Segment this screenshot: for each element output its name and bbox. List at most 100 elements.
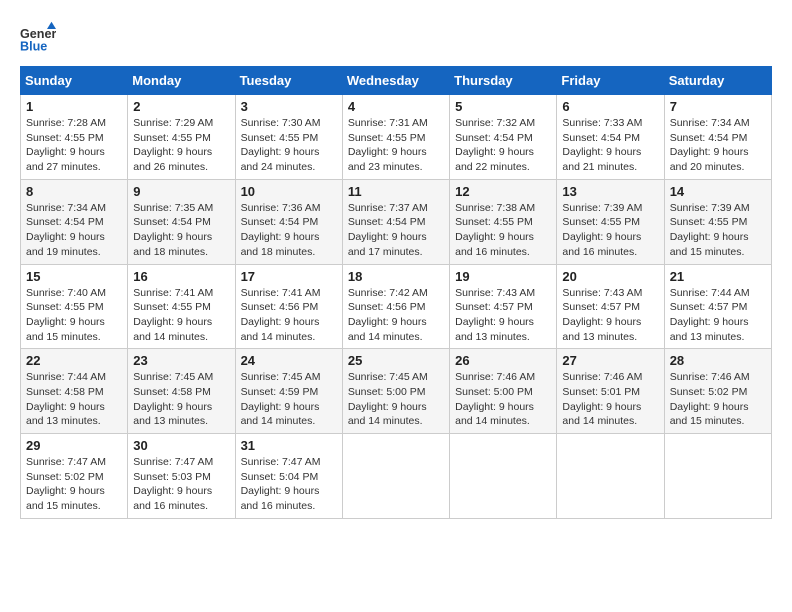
day-number: 24 <box>241 353 337 368</box>
day-info: Sunrise: 7:30 AMSunset: 4:55 PMDaylight:… <box>241 116 337 175</box>
calendar-cell: 2 Sunrise: 7:29 AMSunset: 4:55 PMDayligh… <box>128 95 235 180</box>
svg-text:Blue: Blue <box>20 40 47 54</box>
day-info: Sunrise: 7:41 AMSunset: 4:55 PMDaylight:… <box>133 286 229 345</box>
calendar-cell: 30 Sunrise: 7:47 AMSunset: 5:03 PMDaylig… <box>128 434 235 519</box>
day-number: 12 <box>455 184 551 199</box>
day-number: 31 <box>241 438 337 453</box>
day-number: 13 <box>562 184 658 199</box>
weekday-friday: Friday <box>557 67 664 95</box>
calendar-cell: 23 Sunrise: 7:45 AMSunset: 4:58 PMDaylig… <box>128 349 235 434</box>
calendar-cell: 28 Sunrise: 7:46 AMSunset: 5:02 PMDaylig… <box>664 349 771 434</box>
weekday-monday: Monday <box>128 67 235 95</box>
day-info: Sunrise: 7:43 AMSunset: 4:57 PMDaylight:… <box>455 286 551 345</box>
day-info: Sunrise: 7:46 AMSunset: 5:02 PMDaylight:… <box>670 370 766 429</box>
day-number: 1 <box>26 99 122 114</box>
calendar-cell: 4 Sunrise: 7:31 AMSunset: 4:55 PMDayligh… <box>342 95 449 180</box>
weekday-wednesday: Wednesday <box>342 67 449 95</box>
day-number: 19 <box>455 269 551 284</box>
day-info: Sunrise: 7:47 AMSunset: 5:03 PMDaylight:… <box>133 455 229 514</box>
weekday-header-row: SundayMondayTuesdayWednesdayThursdayFrid… <box>21 67 772 95</box>
calendar-cell <box>342 434 449 519</box>
day-number: 14 <box>670 184 766 199</box>
day-info: Sunrise: 7:46 AMSunset: 5:01 PMDaylight:… <box>562 370 658 429</box>
day-info: Sunrise: 7:39 AMSunset: 4:55 PMDaylight:… <box>562 201 658 260</box>
calendar-cell: 13 Sunrise: 7:39 AMSunset: 4:55 PMDaylig… <box>557 179 664 264</box>
day-info: Sunrise: 7:40 AMSunset: 4:55 PMDaylight:… <box>26 286 122 345</box>
calendar-cell: 11 Sunrise: 7:37 AMSunset: 4:54 PMDaylig… <box>342 179 449 264</box>
day-info: Sunrise: 7:44 AMSunset: 4:57 PMDaylight:… <box>670 286 766 345</box>
calendar-cell: 9 Sunrise: 7:35 AMSunset: 4:54 PMDayligh… <box>128 179 235 264</box>
day-number: 23 <box>133 353 229 368</box>
calendar-cell: 26 Sunrise: 7:46 AMSunset: 5:00 PMDaylig… <box>450 349 557 434</box>
day-number: 28 <box>670 353 766 368</box>
day-info: Sunrise: 7:41 AMSunset: 4:56 PMDaylight:… <box>241 286 337 345</box>
weekday-saturday: Saturday <box>664 67 771 95</box>
day-number: 2 <box>133 99 229 114</box>
calendar-cell: 21 Sunrise: 7:44 AMSunset: 4:57 PMDaylig… <box>664 264 771 349</box>
day-info: Sunrise: 7:35 AMSunset: 4:54 PMDaylight:… <box>133 201 229 260</box>
calendar-cell <box>450 434 557 519</box>
day-info: Sunrise: 7:34 AMSunset: 4:54 PMDaylight:… <box>670 116 766 175</box>
day-info: Sunrise: 7:39 AMSunset: 4:55 PMDaylight:… <box>670 201 766 260</box>
day-info: Sunrise: 7:28 AMSunset: 4:55 PMDaylight:… <box>26 116 122 175</box>
calendar-cell: 19 Sunrise: 7:43 AMSunset: 4:57 PMDaylig… <box>450 264 557 349</box>
weekday-thursday: Thursday <box>450 67 557 95</box>
calendar-cell: 12 Sunrise: 7:38 AMSunset: 4:55 PMDaylig… <box>450 179 557 264</box>
day-number: 6 <box>562 99 658 114</box>
week-row-1: 1 Sunrise: 7:28 AMSunset: 4:55 PMDayligh… <box>21 95 772 180</box>
day-number: 20 <box>562 269 658 284</box>
calendar-cell: 10 Sunrise: 7:36 AMSunset: 4:54 PMDaylig… <box>235 179 342 264</box>
calendar-cell <box>664 434 771 519</box>
day-info: Sunrise: 7:44 AMSunset: 4:58 PMDaylight:… <box>26 370 122 429</box>
day-number: 26 <box>455 353 551 368</box>
calendar-cell: 16 Sunrise: 7:41 AMSunset: 4:55 PMDaylig… <box>128 264 235 349</box>
weekday-sunday: Sunday <box>21 67 128 95</box>
page-header: General Blue <box>20 20 772 56</box>
calendar-cell: 20 Sunrise: 7:43 AMSunset: 4:57 PMDaylig… <box>557 264 664 349</box>
calendar-cell: 15 Sunrise: 7:40 AMSunset: 4:55 PMDaylig… <box>21 264 128 349</box>
calendar-cell: 29 Sunrise: 7:47 AMSunset: 5:02 PMDaylig… <box>21 434 128 519</box>
day-info: Sunrise: 7:31 AMSunset: 4:55 PMDaylight:… <box>348 116 444 175</box>
day-number: 7 <box>670 99 766 114</box>
day-info: Sunrise: 7:32 AMSunset: 4:54 PMDaylight:… <box>455 116 551 175</box>
day-info: Sunrise: 7:46 AMSunset: 5:00 PMDaylight:… <box>455 370 551 429</box>
day-number: 5 <box>455 99 551 114</box>
day-number: 29 <box>26 438 122 453</box>
calendar-cell: 6 Sunrise: 7:33 AMSunset: 4:54 PMDayligh… <box>557 95 664 180</box>
calendar-cell: 27 Sunrise: 7:46 AMSunset: 5:01 PMDaylig… <box>557 349 664 434</box>
calendar-cell: 14 Sunrise: 7:39 AMSunset: 4:55 PMDaylig… <box>664 179 771 264</box>
day-number: 25 <box>348 353 444 368</box>
day-number: 15 <box>26 269 122 284</box>
calendar-cell: 22 Sunrise: 7:44 AMSunset: 4:58 PMDaylig… <box>21 349 128 434</box>
week-row-2: 8 Sunrise: 7:34 AMSunset: 4:54 PMDayligh… <box>21 179 772 264</box>
day-info: Sunrise: 7:36 AMSunset: 4:54 PMDaylight:… <box>241 201 337 260</box>
day-number: 9 <box>133 184 229 199</box>
week-row-3: 15 Sunrise: 7:40 AMSunset: 4:55 PMDaylig… <box>21 264 772 349</box>
day-number: 16 <box>133 269 229 284</box>
day-number: 27 <box>562 353 658 368</box>
day-number: 10 <box>241 184 337 199</box>
day-info: Sunrise: 7:29 AMSunset: 4:55 PMDaylight:… <box>133 116 229 175</box>
day-info: Sunrise: 7:33 AMSunset: 4:54 PMDaylight:… <box>562 116 658 175</box>
day-info: Sunrise: 7:45 AMSunset: 5:00 PMDaylight:… <box>348 370 444 429</box>
day-info: Sunrise: 7:45 AMSunset: 4:58 PMDaylight:… <box>133 370 229 429</box>
weekday-tuesday: Tuesday <box>235 67 342 95</box>
day-info: Sunrise: 7:47 AMSunset: 5:02 PMDaylight:… <box>26 455 122 514</box>
day-info: Sunrise: 7:45 AMSunset: 4:59 PMDaylight:… <box>241 370 337 429</box>
day-info: Sunrise: 7:37 AMSunset: 4:54 PMDaylight:… <box>348 201 444 260</box>
calendar-cell: 31 Sunrise: 7:47 AMSunset: 5:04 PMDaylig… <box>235 434 342 519</box>
calendar-cell: 8 Sunrise: 7:34 AMSunset: 4:54 PMDayligh… <box>21 179 128 264</box>
day-info: Sunrise: 7:42 AMSunset: 4:56 PMDaylight:… <box>348 286 444 345</box>
week-row-4: 22 Sunrise: 7:44 AMSunset: 4:58 PMDaylig… <box>21 349 772 434</box>
day-info: Sunrise: 7:47 AMSunset: 5:04 PMDaylight:… <box>241 455 337 514</box>
day-number: 22 <box>26 353 122 368</box>
calendar-cell: 25 Sunrise: 7:45 AMSunset: 5:00 PMDaylig… <box>342 349 449 434</box>
calendar-cell: 5 Sunrise: 7:32 AMSunset: 4:54 PMDayligh… <box>450 95 557 180</box>
week-row-5: 29 Sunrise: 7:47 AMSunset: 5:02 PMDaylig… <box>21 434 772 519</box>
calendar-cell: 18 Sunrise: 7:42 AMSunset: 4:56 PMDaylig… <box>342 264 449 349</box>
day-number: 17 <box>241 269 337 284</box>
calendar-cell: 7 Sunrise: 7:34 AMSunset: 4:54 PMDayligh… <box>664 95 771 180</box>
calendar-cell: 3 Sunrise: 7:30 AMSunset: 4:55 PMDayligh… <box>235 95 342 180</box>
day-number: 11 <box>348 184 444 199</box>
calendar-cell <box>557 434 664 519</box>
